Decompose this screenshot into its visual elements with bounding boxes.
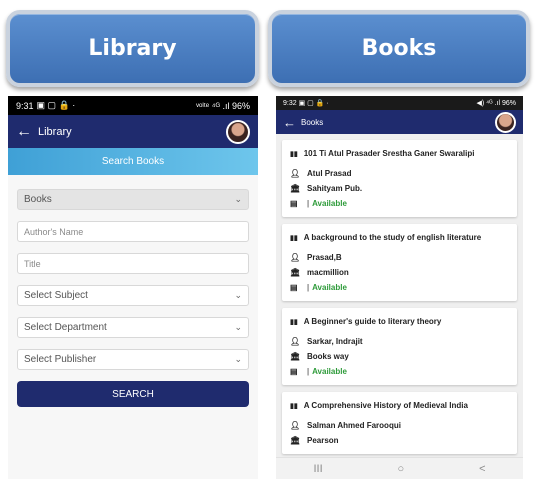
book-title: A Beginner's guide to literary theory xyxy=(303,317,442,326)
avatar[interactable] xyxy=(495,111,516,133)
books-screen: 9:32 ▣ ▢ 🔒 · ◀) ⁴ᴳ .ıl 96% ← Books ▮▮ 101… xyxy=(276,96,523,479)
subject-select-value: Select Subject xyxy=(24,290,88,301)
chevron-down-icon: ⌄ xyxy=(234,194,242,204)
author-name-placeholder: Author's Name xyxy=(24,226,84,237)
library-screen: 9:31 ▣ ▢ 🔒 · ᵛᵒˡᵗᵉ ⁴ᴳ .ıl 96% ← Library … xyxy=(8,96,258,479)
chevron-down-icon: ⌄ xyxy=(234,290,242,300)
book-icon: ▮▮ xyxy=(290,403,298,410)
publisher-select-value: Select Publisher xyxy=(24,354,97,365)
status-bar: 9:32 ▣ ▢ 🔒 · ◀) ⁴ᴳ .ıl 96% xyxy=(276,96,523,110)
type-select-value: Books xyxy=(24,194,52,205)
title-placeholder: Title xyxy=(24,258,41,269)
status-signal-battery: ◀) ⁴ᴳ .ıl 96% xyxy=(476,100,516,107)
book-author: Atul Prasad xyxy=(307,169,352,178)
book-card[interactable]: ▮▮ A Beginner's guide to literary theory … xyxy=(282,308,517,385)
bank-icon: 🏛︎ xyxy=(290,352,301,361)
status-notification-icons: ▣ ▢ 🔒 · xyxy=(36,100,76,110)
book-icon: ▮▮ xyxy=(290,319,298,326)
publisher-select[interactable]: Select Publisher ⌄ xyxy=(17,349,249,370)
app-bar: ← Library xyxy=(8,115,258,148)
department-select[interactable]: Select Department ⌄ xyxy=(17,317,249,338)
book-title: A Comprehensive History of Medieval Indi… xyxy=(303,401,468,410)
book-card[interactable]: ▮▮ A background to the study of english l… xyxy=(282,224,517,301)
book-publisher: Pearson xyxy=(307,436,339,445)
avatar[interactable] xyxy=(226,119,250,144)
status-time: 9:32 xyxy=(283,100,297,107)
book-list: ▮▮ 101 Ti Atul Prasader Srestha Ganer Swa… xyxy=(276,134,523,454)
book-status: Available xyxy=(312,367,347,376)
book-publisher: Sahityam Pub. xyxy=(307,184,363,193)
person-icon: 👤︎ xyxy=(290,169,301,178)
author-name-input[interactable]: Author's Name xyxy=(17,221,249,242)
subject-select[interactable]: Select Subject ⌄ xyxy=(17,285,249,306)
system-nav-bar: III ○ < xyxy=(276,457,523,479)
type-select[interactable]: Books ⌄ xyxy=(17,189,249,210)
book-publisher: Books way xyxy=(307,352,349,361)
book-author: Prasad,B xyxy=(307,253,342,262)
home-button[interactable]: ○ xyxy=(398,463,405,475)
department-select-value: Select Department xyxy=(24,322,107,333)
person-icon: 👤︎ xyxy=(290,337,301,346)
status-bar: 9:31 ▣ ▢ 🔒 · ᵛᵒˡᵗᵉ ⁴ᴳ .ıl 96% xyxy=(8,96,258,115)
bank-icon: 🏛︎ xyxy=(290,268,301,277)
book-title: A background to the study of english lit… xyxy=(303,233,482,242)
book-status: Available xyxy=(312,199,347,208)
book-icon: ▮▮ xyxy=(290,151,298,158)
book-title: 101 Ti Atul Prasader Srestha Ganer Swara… xyxy=(303,149,475,158)
title-input[interactable]: Title xyxy=(17,253,249,274)
search-form: Books ⌄ Author's Name Title Select Subje… xyxy=(8,175,258,407)
book-card[interactable]: ▮▮ A Comprehensive History of Medieval In… xyxy=(282,392,517,454)
banner-books: Books xyxy=(268,10,530,87)
back-arrow-icon[interactable]: ← xyxy=(283,115,301,130)
book-card[interactable]: ▮▮ 101 Ti Atul Prasader Srestha Ganer Swa… xyxy=(282,140,517,217)
archive-icon: ▤ xyxy=(290,283,298,292)
status-notification-icons: ▣ ▢ 🔒 · xyxy=(298,100,329,107)
app-bar: ← Books xyxy=(276,110,523,134)
back-arrow-icon[interactable]: ← xyxy=(16,123,38,141)
back-button[interactable]: < xyxy=(479,463,485,475)
recents-button[interactable]: III xyxy=(313,463,322,475)
book-icon: ▮▮ xyxy=(290,235,298,242)
book-author: Salman Ahmed Farooqui xyxy=(307,421,401,430)
search-button[interactable]: SEARCH xyxy=(17,381,249,407)
archive-icon: ▤ xyxy=(290,367,298,376)
banner-library: Library xyxy=(6,10,259,87)
search-books-header: Search Books xyxy=(8,148,258,175)
bank-icon: 🏛︎ xyxy=(290,436,301,445)
book-author: Sarkar, Indrajit xyxy=(307,337,363,346)
book-status: Available xyxy=(312,283,347,292)
book-publisher: macmillion xyxy=(307,268,349,277)
app-bar-title: Books xyxy=(301,117,324,127)
chevron-down-icon: ⌄ xyxy=(234,354,242,364)
status-signal-battery: ᵛᵒˡᵗᵉ ⁴ᴳ .ıl 96% xyxy=(196,100,250,111)
status-time: 9:31 xyxy=(16,100,34,111)
person-icon: 👤︎ xyxy=(290,253,301,262)
app-bar-title: Library xyxy=(38,125,72,138)
archive-icon: ▤ xyxy=(290,199,298,208)
person-icon: 👤︎ xyxy=(290,421,301,430)
bank-icon: 🏛︎ xyxy=(290,184,301,193)
chevron-down-icon: ⌄ xyxy=(234,322,242,332)
